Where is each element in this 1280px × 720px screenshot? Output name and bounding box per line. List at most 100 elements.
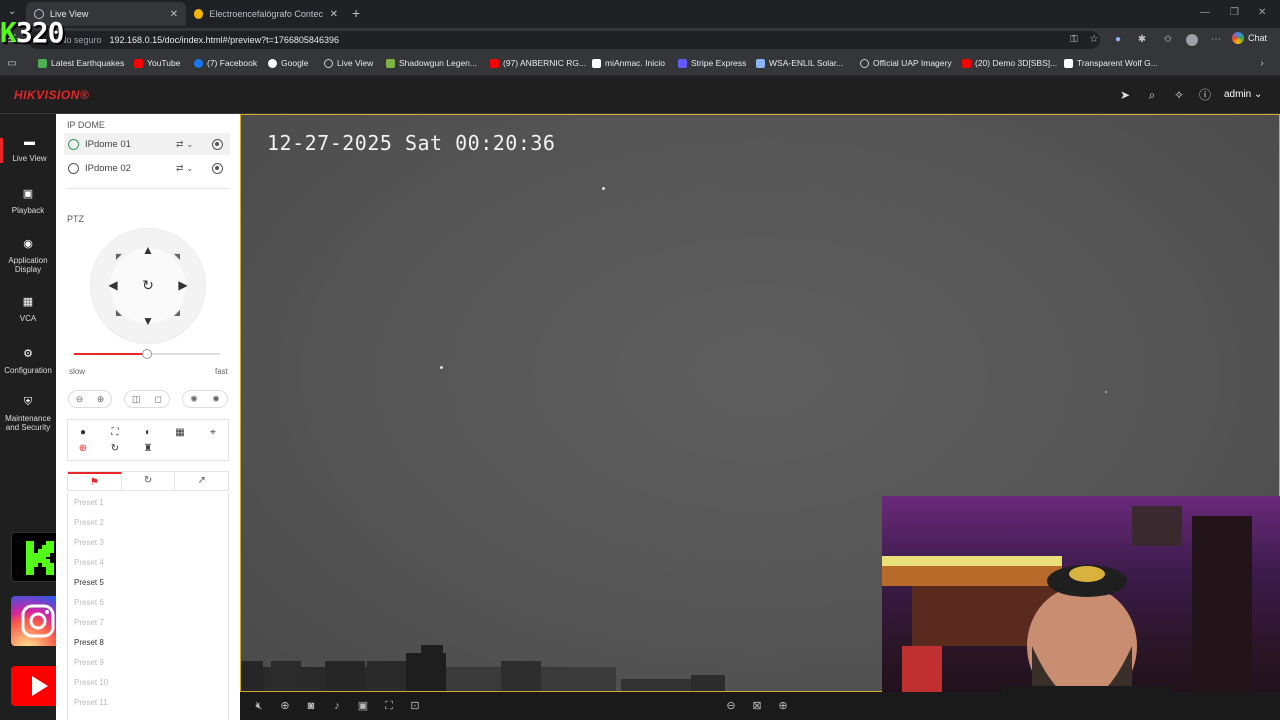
bookmark-latest-earthquakes[interactable]: Latest Earthquakes xyxy=(38,58,124,68)
chat-button[interactable]: Chat xyxy=(1232,32,1267,44)
bookmark-mianmac[interactable]: miAnmac. Inicio xyxy=(592,58,665,68)
list-item[interactable]: Preset 5 xyxy=(68,573,228,593)
send-icon[interactable]: ➤ xyxy=(1118,88,1132,102)
regional-focus-icon[interactable]: ⊡ xyxy=(408,699,422,713)
wizard-icon[interactable]: ✧ xyxy=(1172,88,1186,102)
bookmarks-overflow-icon[interactable]: › xyxy=(1256,58,1268,70)
camera-item-ipdome-01[interactable]: IPdome 01 ⇄ ⌄ xyxy=(64,133,230,155)
ptz-down-left-icon[interactable]: ◣ xyxy=(112,306,126,320)
list-item[interactable]: Preset 8 xyxy=(68,633,228,653)
iris-open-icon[interactable]: ✺ xyxy=(190,394,198,405)
nav-maintenance-security[interactable]: ⛨ Maintenance and Security xyxy=(0,397,56,433)
iris-close-icon[interactable]: ✹ xyxy=(212,394,220,405)
more-menu-icon[interactable]: ⋯ xyxy=(1210,34,1222,46)
record-icon[interactable] xyxy=(212,162,223,174)
bookmark-shadowgun[interactable]: Shadowgun Legen... xyxy=(386,58,477,68)
extension-icon[interactable]: ● xyxy=(1112,34,1124,46)
extensions-puzzle-icon[interactable]: ✱ xyxy=(1136,34,1148,46)
wiper-icon[interactable]: ◐ xyxy=(142,427,154,439)
bookmark-google[interactable]: Google xyxy=(268,58,308,68)
ptz-left-icon[interactable]: ◀ xyxy=(106,278,120,292)
light-icon[interactable]: ● xyxy=(77,427,89,439)
list-item[interactable]: Preset 7 xyxy=(68,613,228,633)
camera-item-ipdome-02[interactable]: IPdome 02 ⇄ ⌄ xyxy=(64,157,230,179)
reset-icon[interactable]: ↻ xyxy=(109,443,121,455)
bookmark-transparent-wolf[interactable]: Transparent Wolf G... xyxy=(1064,58,1158,68)
profile-avatar[interactable] xyxy=(1186,34,1198,46)
audio-mute-icon[interactable]: 🔇︎ xyxy=(252,699,266,713)
minimize-icon[interactable]: — xyxy=(1200,7,1210,18)
capture-icon[interactable]: ◙ xyxy=(304,699,318,713)
nav-configuration[interactable]: ⚙ Configuration xyxy=(0,349,56,376)
nav-vca[interactable]: ▦ VCA xyxy=(0,297,56,324)
bookmark-uap-imagery[interactable]: Official UAP Imagery xyxy=(860,58,952,68)
previous-icon[interactable]: ⊖ xyxy=(724,699,738,713)
regional-exposure-icon[interactable]: ⛶ xyxy=(382,699,396,713)
ptz-down-right-icon[interactable]: ◢ xyxy=(170,306,184,320)
search-icon[interactable]: ⌕ xyxy=(1145,88,1159,102)
focus-near-icon[interactable]: ◫ xyxy=(132,394,141,405)
track-icon[interactable]: ⌖ xyxy=(207,427,219,439)
stream-select-icon[interactable]: ⇄ ⌄ xyxy=(176,163,194,174)
list-item[interactable]: Preset 10 xyxy=(68,673,228,693)
url-field[interactable]: No seguro 192.168.0.15/doc/index.html#/p… xyxy=(28,31,1100,49)
bookmark-anbernic[interactable]: (97) ANBERNIC RG... xyxy=(490,58,586,68)
microphone-icon[interactable]: ♪ xyxy=(330,699,344,713)
grid-icon[interactable]: ▦ xyxy=(174,427,186,439)
info-icon[interactable]: ⓘ xyxy=(1198,88,1212,102)
zoom-in-icon[interactable]: ⊕ xyxy=(97,394,105,405)
stream-select-icon[interactable]: ⇄ ⌄ xyxy=(176,139,194,150)
next-icon[interactable]: ⊕ xyxy=(776,699,790,713)
bookmark-wsa-enlil[interactable]: WSA-ENLIL Solar... xyxy=(756,58,843,68)
nav-live-view[interactable]: ▬ Live View xyxy=(0,137,56,163)
focus-far-icon[interactable]: ◻ xyxy=(155,394,162,405)
bookmark-live-view[interactable]: Live View xyxy=(324,58,373,68)
record-icon[interactable] xyxy=(212,138,223,150)
close-window-icon[interactable]: ✕ xyxy=(1258,7,1266,18)
bookmark-star-icon[interactable]: ☆ xyxy=(1088,34,1100,46)
list-item[interactable]: Preset 6 xyxy=(68,593,228,613)
close-tab-icon[interactable]: ✕ xyxy=(170,9,178,20)
manual-track-icon[interactable]: ♜ xyxy=(142,443,154,455)
tab-electroencefalografo[interactable]: Electroencefalógrafo Contec Kt88 ✕ xyxy=(186,2,346,26)
list-item[interactable]: Preset 1 xyxy=(68,493,228,513)
nav-playback[interactable]: ▣ Playback xyxy=(0,189,56,216)
record-video-icon[interactable]: ▣ xyxy=(356,699,370,713)
list-item[interactable]: Preset 2 xyxy=(68,513,228,533)
camera-name: IPdome 01 xyxy=(85,138,131,150)
bookmark-demo-3d[interactable]: (20) Demo 3D[SBS]... xyxy=(962,58,1057,68)
ptz-speed-slider[interactable] xyxy=(74,349,220,359)
tab-presets[interactable]: ⚑ xyxy=(68,472,122,490)
maximize-icon[interactable]: ❐ xyxy=(1230,7,1239,18)
video-toolbar: 🔇︎ ⊕ ◙ ♪ ▣ ⛶ ⊡ ⊖ ⊠ ⊕ xyxy=(240,692,1280,720)
tab-pattern[interactable]: ↗ xyxy=(175,472,228,490)
list-item[interactable]: Preset 9 xyxy=(68,653,228,673)
close-tab-icon[interactable]: ✕ xyxy=(330,9,338,20)
area-focus-icon[interactable]: ⛶ xyxy=(109,427,121,439)
ptz-up-right-icon[interactable]: ◥ xyxy=(170,250,184,264)
ptz-up-icon[interactable]: ▲ xyxy=(141,243,155,257)
bookmark-facebook[interactable]: (7) Facebook xyxy=(194,58,257,68)
building-silhouette xyxy=(241,645,725,691)
nav-application-display[interactable]: ◉ Application Display xyxy=(0,239,56,275)
sidebar-toggle-icon[interactable]: ▭ xyxy=(6,58,18,70)
password-key-icon[interactable]: ⚿ xyxy=(1068,34,1080,46)
digital-zoom-icon[interactable]: ⊕ xyxy=(278,699,292,713)
speed-slider-handle[interactable] xyxy=(142,349,152,359)
new-tab-icon[interactable]: + xyxy=(352,5,360,21)
3d-zoom-icon[interactable]: ⊕ xyxy=(77,443,89,455)
ptz-down-icon[interactable]: ▼ xyxy=(141,314,155,328)
user-menu[interactable]: admin ⌄ xyxy=(1224,89,1262,100)
tab-patrol[interactable]: ↻ xyxy=(122,472,176,490)
zoom-out-icon[interactable]: ⊖ xyxy=(76,394,84,405)
list-item[interactable]: Preset 3 xyxy=(68,533,228,553)
ptz-up-left-icon[interactable]: ◤ xyxy=(112,250,126,264)
ptz-auto-scan-icon[interactable]: ↻ xyxy=(141,278,155,292)
bookmark-youtube[interactable]: YouTube xyxy=(134,58,180,68)
bookmark-stripe-express[interactable]: Stripe Express xyxy=(678,58,746,68)
list-item[interactable]: Preset 4 xyxy=(68,553,228,573)
stop-all-icon[interactable]: ⊠ xyxy=(750,699,764,713)
favorites-icon[interactable]: ✩ xyxy=(1162,34,1174,46)
list-item[interactable]: Preset 11 xyxy=(68,693,228,713)
ptz-right-icon[interactable]: ▶ xyxy=(176,278,190,292)
